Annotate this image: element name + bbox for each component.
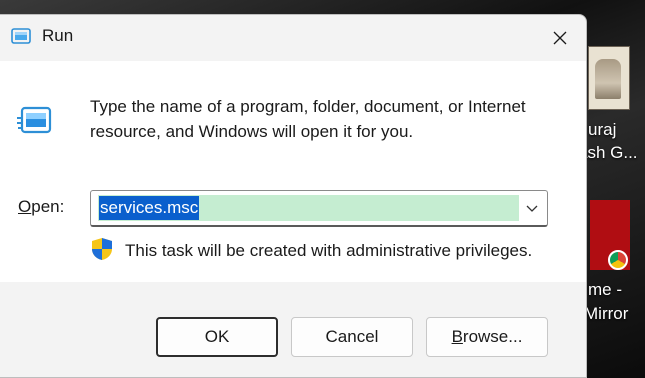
run-dialog: Run Type the name of a program, folder, …	[0, 14, 587, 378]
open-combobox[interactable]: services.msc	[90, 190, 548, 227]
chevron-down-icon[interactable]	[523, 199, 541, 217]
desktop-item-label-1a[interactable]: uraj	[588, 120, 616, 140]
open-label-accelerator: O	[18, 197, 32, 216]
thumbnail-art	[595, 59, 621, 99]
run-description: Type the name of a program, folder, docu…	[90, 97, 526, 141]
run-program-icon	[17, 106, 52, 134]
dialog-content: Type the name of a program, folder, docu…	[0, 61, 586, 282]
browse-button[interactable]: Browse...	[426, 317, 548, 357]
open-input[interactable]: services.msc	[99, 196, 200, 220]
cancel-button[interactable]: Cancel	[291, 317, 413, 357]
ok-button[interactable]: OK	[156, 317, 278, 357]
open-label: Open:	[18, 197, 64, 217]
desktop-item-label-2a[interactable]: me -	[588, 280, 622, 300]
window-title: Run	[42, 26, 74, 45]
browse-label: rowse...	[462, 327, 523, 346]
desktop-item-label-2b[interactable]: Mirror	[584, 304, 628, 324]
chrome-badge-icon	[608, 250, 628, 270]
admin-privileges-note: This task will be created with administr…	[125, 241, 533, 260]
close-button[interactable]	[538, 19, 582, 57]
close-icon	[553, 31, 567, 45]
run-icon	[11, 28, 31, 44]
browse-accelerator: B	[451, 327, 463, 346]
desktop-shortcut-red-icon[interactable]	[590, 200, 630, 270]
open-label-text: pen:	[31, 197, 65, 216]
title-bar[interactable]: Run	[0, 15, 586, 61]
uac-shield-icon	[92, 238, 112, 260]
desktop-shortcut-thumbnail[interactable]	[588, 46, 630, 110]
